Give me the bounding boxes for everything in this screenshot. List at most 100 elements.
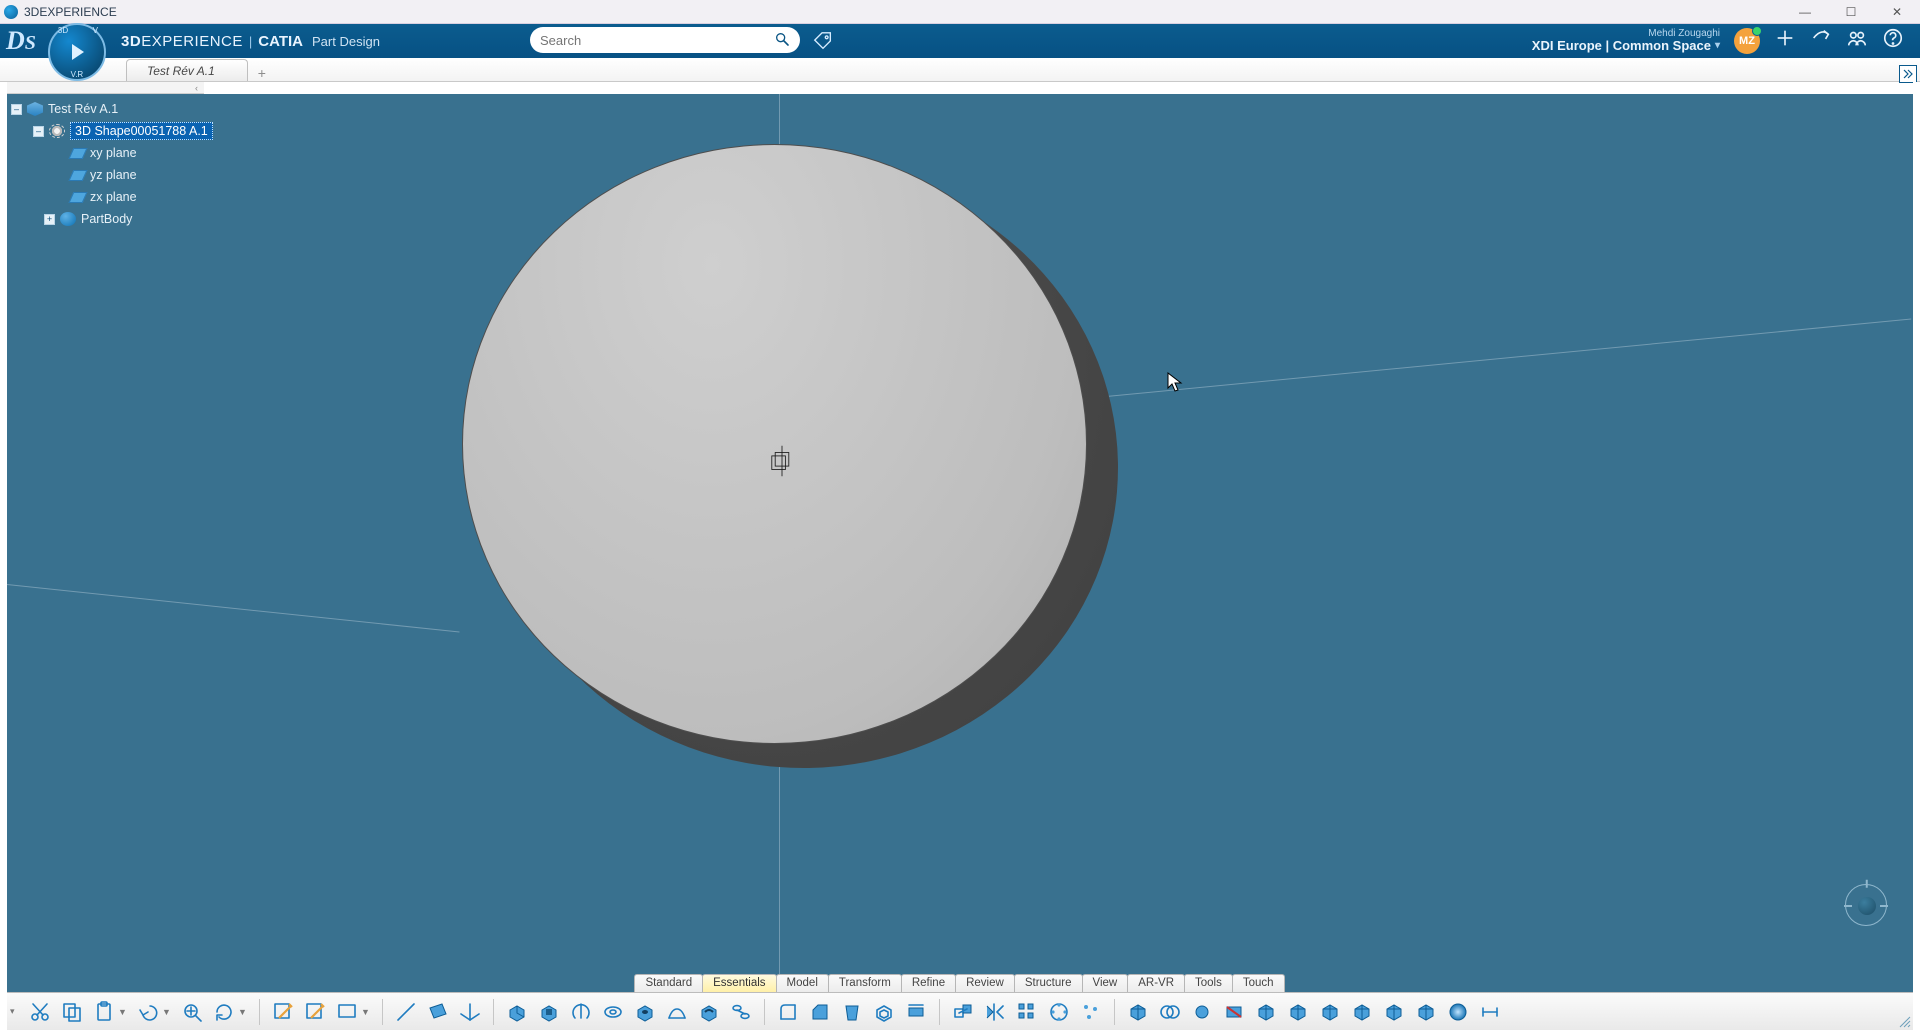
axis-system-icon[interactable]	[455, 997, 485, 1027]
ribbon-tab-view[interactable]: View	[1082, 974, 1129, 992]
refresh-dropdown[interactable]: ▼	[238, 1007, 248, 1017]
pocket-icon[interactable]	[534, 997, 564, 1027]
tree-panel-header[interactable]: ‹	[7, 82, 204, 94]
undo-icon[interactable]	[133, 997, 163, 1027]
thickness-icon[interactable]	[901, 997, 931, 1027]
ribbon-tab-model[interactable]: Model	[776, 974, 829, 992]
mouse-cursor-icon	[1167, 372, 1183, 399]
tree-twist-body[interactable]	[44, 214, 55, 225]
ribbon-tab-essentials[interactable]: Essentials	[702, 974, 776, 992]
3d-viewport[interactable]: Test Rév A.1 3D Shape00051788 A.1 xy pla…	[7, 94, 1913, 1030]
user-block[interactable]: Mehdi Zougaghi XDI Europe | Common Space…	[1532, 29, 1720, 53]
fit-all-icon[interactable]	[177, 997, 207, 1027]
refresh-icon[interactable]	[209, 997, 239, 1027]
dropdown-icon[interactable]	[332, 997, 362, 1027]
tree-plane-zx[interactable]: zx plane	[90, 190, 137, 204]
multi-sections-icon[interactable]	[726, 997, 756, 1027]
search-icon[interactable]	[774, 31, 790, 50]
search-box[interactable]	[530, 27, 800, 53]
undo-dropdown[interactable]: ▼	[162, 1007, 172, 1017]
top-bar: DS 3D V V.R 3DEXPERIENCE | CATIA Part De…	[0, 24, 1920, 58]
cube-c-icon[interactable]	[1411, 997, 1441, 1027]
remove-lump-icon[interactable]	[1219, 997, 1249, 1027]
ds-logo-icon[interactable]: DS	[6, 26, 48, 56]
resize-grip-icon[interactable]	[1897, 1014, 1911, 1028]
avatar[interactable]: MZ	[1734, 28, 1760, 54]
tree-twist-shape[interactable]	[33, 126, 44, 137]
share-icon[interactable]	[1810, 27, 1832, 55]
rib-icon[interactable]	[662, 997, 692, 1027]
add-icon[interactable]	[1774, 27, 1796, 55]
ribbon-tab-touch[interactable]: Touch	[1232, 974, 1285, 992]
plane-tool-icon[interactable]	[423, 997, 453, 1027]
tree-collapse-icon[interactable]: ‹	[195, 83, 198, 93]
pad-icon[interactable]	[502, 997, 532, 1027]
origin-marker-icon[interactable]	[765, 444, 799, 478]
minimize-button[interactable]: —	[1782, 0, 1828, 24]
shell-icon[interactable]	[869, 997, 899, 1027]
maximize-button[interactable]: ☐	[1828, 0, 1874, 24]
body-3-icon[interactable]	[1315, 997, 1345, 1027]
ribbon-tab-tools[interactable]: Tools	[1184, 974, 1233, 992]
ribbon-tab-review[interactable]: Review	[955, 974, 1015, 992]
compass-icon[interactable]: 3D V V.R	[48, 23, 106, 81]
community-icon[interactable]	[1846, 27, 1868, 55]
user-pattern-icon[interactable]	[1076, 997, 1106, 1027]
slot-icon[interactable]	[694, 997, 724, 1027]
tree-twist-root[interactable]	[11, 104, 22, 115]
union-icon[interactable]	[1155, 997, 1185, 1027]
edge-fillet-icon[interactable]	[773, 997, 803, 1027]
tag-icon[interactable]	[812, 30, 834, 55]
cut-icon[interactable]	[25, 997, 55, 1027]
search-input[interactable]	[540, 33, 774, 48]
brand-separator: |	[249, 34, 252, 49]
tree-partbody-label[interactable]: PartBody	[81, 212, 132, 226]
tree-plane-xy[interactable]: xy plane	[90, 146, 137, 160]
ribbon-tab-structure[interactable]: Structure	[1014, 974, 1083, 992]
tab-add-button[interactable]: +	[248, 65, 276, 81]
cube-b-icon[interactable]	[1379, 997, 1409, 1027]
body-2-icon[interactable]	[1283, 997, 1313, 1027]
document-tabstrip: Test Rév A.1 +	[0, 58, 1920, 82]
3d-shape-icon	[49, 124, 65, 138]
material-icon[interactable]	[1443, 997, 1473, 1027]
help-icon[interactable]	[1882, 27, 1904, 55]
intersect-icon[interactable]	[1187, 997, 1217, 1027]
tree-root-label[interactable]: Test Rév A.1	[48, 102, 118, 116]
toolbar-handle-icon[interactable]: ▾	[10, 1006, 20, 1017]
feature-tree[interactable]: Test Rév A.1 3D Shape00051788 A.1 xy pla…	[11, 98, 213, 230]
copy-icon[interactable]	[57, 997, 87, 1027]
view-compass-icon[interactable]	[1845, 884, 1887, 926]
circ-pattern-icon[interactable]	[1044, 997, 1074, 1027]
collaborative-space[interactable]: XDI Europe | Common Space▾	[1532, 39, 1720, 53]
paste-dropdown[interactable]: ▼	[118, 1007, 128, 1017]
dropdown-dropdown[interactable]: ▼	[361, 1007, 371, 1017]
line-icon[interactable]	[391, 997, 421, 1027]
ribbon-tab-transform[interactable]: Transform	[828, 974, 902, 992]
translate-icon[interactable]	[948, 997, 978, 1027]
hole-icon[interactable]	[630, 997, 660, 1027]
add-body-icon[interactable]	[1123, 997, 1153, 1027]
axis-line-left	[7, 584, 460, 633]
close-button[interactable]: ✕	[1874, 0, 1920, 24]
tab-active[interactable]: Test Rév A.1	[126, 59, 248, 81]
action-toolbar: ▾ ▼ ▼ ▼ ▼	[7, 992, 1913, 1030]
ribbon-tab-standard[interactable]: Standard	[634, 974, 703, 992]
sketch-icon[interactable]	[268, 997, 298, 1027]
positioned-sketch-icon[interactable]	[300, 997, 330, 1027]
rect-pattern-icon[interactable]	[1012, 997, 1042, 1027]
cube-a-icon[interactable]	[1347, 997, 1377, 1027]
ribbon-tab-ar-vr[interactable]: AR-VR	[1127, 974, 1185, 992]
tree-plane-yz[interactable]: yz plane	[90, 168, 137, 182]
shaft-icon[interactable]	[566, 997, 596, 1027]
tree-shape-label[interactable]: 3D Shape00051788 A.1	[70, 122, 213, 140]
paste-icon[interactable]	[89, 997, 119, 1027]
constraint-icon[interactable]	[1475, 997, 1505, 1027]
collapse-panels-button[interactable]	[1899, 65, 1917, 83]
draft-icon[interactable]	[837, 997, 867, 1027]
chamfer-icon[interactable]	[805, 997, 835, 1027]
groove-icon[interactable]	[598, 997, 628, 1027]
body-1-icon[interactable]	[1251, 997, 1281, 1027]
mirror-icon[interactable]	[980, 997, 1010, 1027]
ribbon-tab-refine[interactable]: Refine	[901, 974, 956, 992]
